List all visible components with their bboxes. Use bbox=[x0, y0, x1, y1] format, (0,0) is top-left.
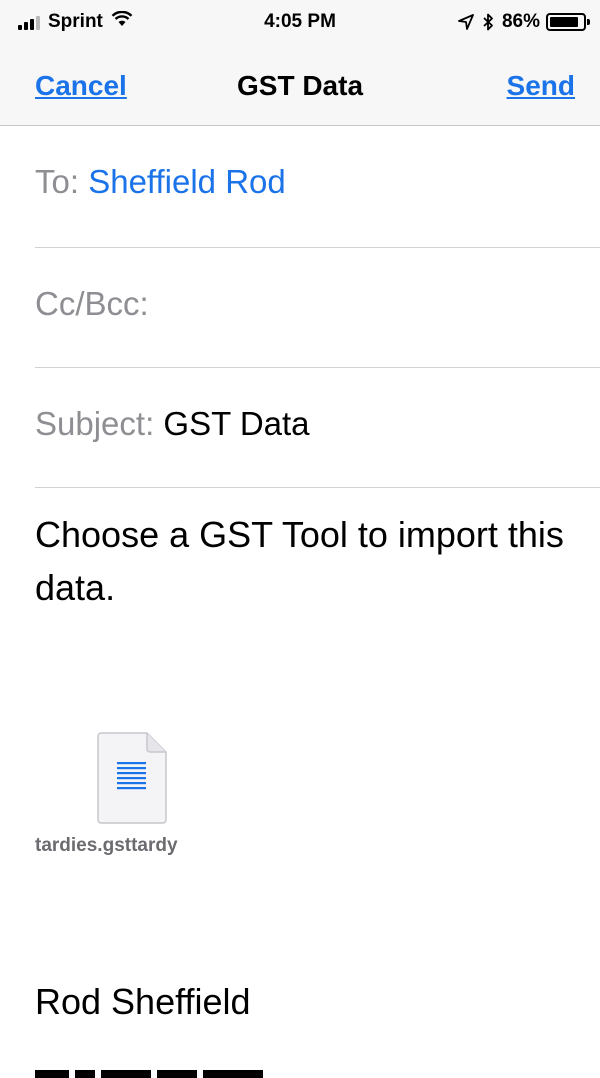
battery-icon bbox=[546, 13, 590, 31]
document-icon bbox=[97, 732, 167, 824]
attachment[interactable]: tardies.gsttardy bbox=[35, 732, 235, 862]
to-recipient[interactable]: Sheffield Rod bbox=[88, 163, 286, 200]
nav-bar: Cancel GST Data Send bbox=[0, 44, 600, 126]
cc-bcc-field[interactable]: Cc/Bcc: bbox=[35, 248, 600, 368]
cc-bcc-label: Cc/Bcc: bbox=[35, 285, 149, 322]
subject-field-content: Subject: GST Data bbox=[35, 405, 310, 443]
cc-bcc-field-content: Cc/Bcc: bbox=[35, 285, 149, 323]
bluetooth-icon bbox=[482, 13, 494, 31]
subject-value[interactable]: GST Data bbox=[163, 405, 309, 442]
send-button[interactable]: Send bbox=[507, 70, 575, 102]
to-label: To: bbox=[35, 163, 80, 200]
battery-percent: 86% bbox=[501, 11, 540, 32]
status-bar: Sprint 4:05 PM 86% bbox=[0, 0, 600, 44]
to-field[interactable]: To: Sheffield Rod bbox=[35, 126, 600, 248]
battery-level bbox=[550, 17, 578, 27]
status-right: 86% bbox=[458, 11, 590, 33]
location-arrow-icon bbox=[458, 14, 474, 30]
message-body[interactable]: Choose a GST Tool to import this data. bbox=[35, 508, 575, 614]
signature-name: Rod Sheffield bbox=[35, 981, 251, 1022]
to-field-content: To: Sheffield Rod bbox=[35, 163, 286, 201]
subject-label: Subject: bbox=[35, 405, 155, 442]
attachment-name: tardies.gsttardy bbox=[35, 835, 178, 856]
subject-field[interactable]: Subject: GST Data bbox=[35, 368, 600, 488]
